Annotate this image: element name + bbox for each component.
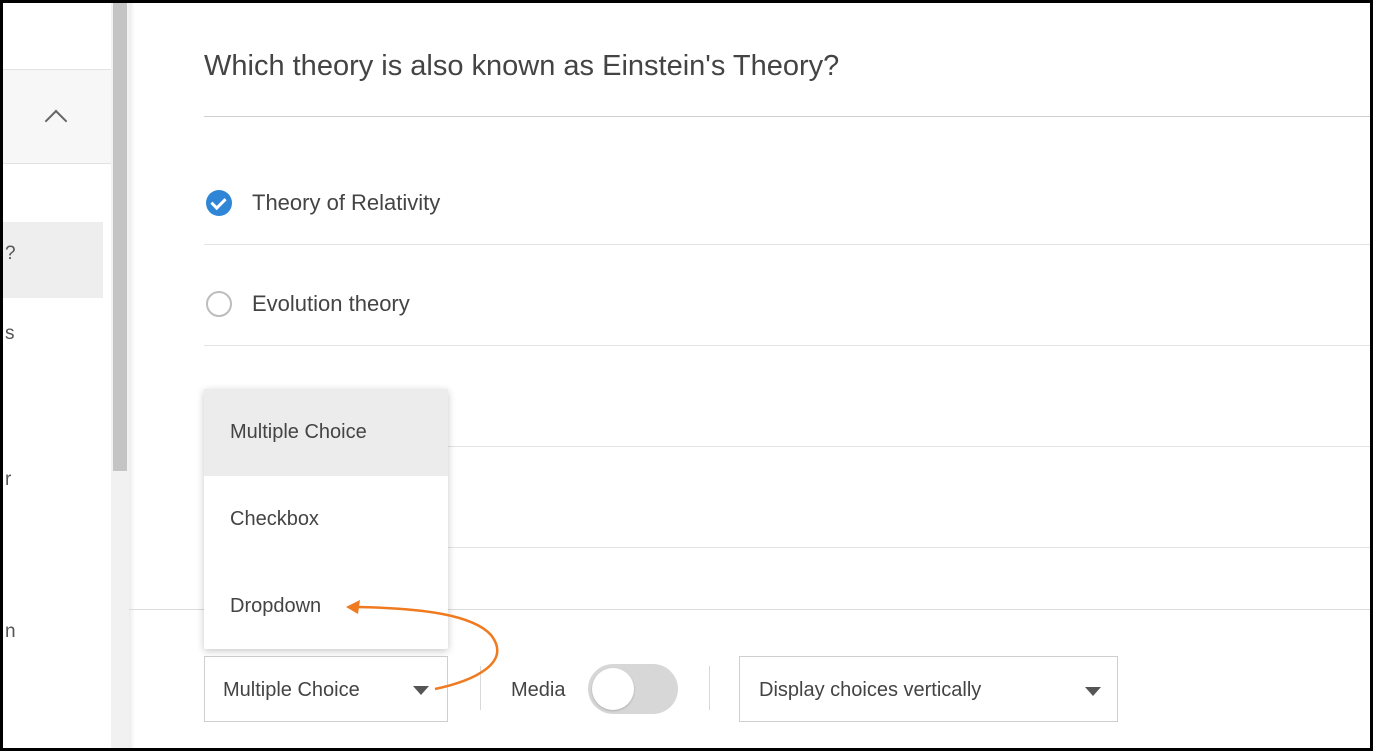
sidebar-item-label: ? xyxy=(5,243,16,264)
caret-down-icon xyxy=(1085,687,1101,696)
question-title-underline xyxy=(204,116,1370,117)
menu-item-dropdown[interactable]: Dropdown xyxy=(204,563,448,650)
sidebar-item-label: n xyxy=(5,621,16,642)
question-type-menu: Multiple Choice Checkbox Dropdown xyxy=(204,389,448,649)
divider xyxy=(129,3,135,748)
menu-item-label: Multiple Choice xyxy=(230,421,367,443)
display-choices-value: Display choices vertically xyxy=(759,679,982,701)
screenshot-frame: ? s r n Which theory is also known as Ei… xyxy=(0,0,1373,751)
menu-item-label: Dropdown xyxy=(230,595,322,617)
question-type-value: Multiple Choice xyxy=(223,679,360,701)
check-circle-icon[interactable] xyxy=(206,190,232,216)
toggle-knob[interactable] xyxy=(592,668,634,710)
media-toggle[interactable] xyxy=(588,664,678,714)
menu-item-label: Checkbox xyxy=(230,508,319,530)
choice-label[interactable]: Theory of Relativity xyxy=(252,190,440,216)
menu-item-checkbox[interactable]: Checkbox xyxy=(204,476,448,563)
sidebar-item-label: s xyxy=(5,323,15,344)
choice-row[interactable]: Evolution theory xyxy=(204,244,1370,346)
display-choices-select[interactable]: Display choices vertically xyxy=(739,656,1118,722)
question-title[interactable]: Which theory is also known as Einstein's… xyxy=(204,50,839,83)
choice-label[interactable]: Evolution theory xyxy=(252,291,410,317)
question-type-select[interactable]: Multiple Choice xyxy=(204,656,448,722)
scrollbar-thumb[interactable] xyxy=(113,3,127,471)
sidebar-item-label: r xyxy=(5,469,12,490)
caret-down-icon xyxy=(413,686,429,695)
menu-item-multiple-choice[interactable]: Multiple Choice xyxy=(204,389,448,476)
radio-icon[interactable] xyxy=(206,291,232,317)
divider xyxy=(709,666,710,710)
sidebar-item-active[interactable] xyxy=(3,222,103,298)
media-label: Media xyxy=(511,679,566,701)
divider xyxy=(480,666,481,710)
choice-row[interactable]: Theory of Relativity xyxy=(204,143,1370,245)
sidebar: ? s r n xyxy=(3,3,111,748)
